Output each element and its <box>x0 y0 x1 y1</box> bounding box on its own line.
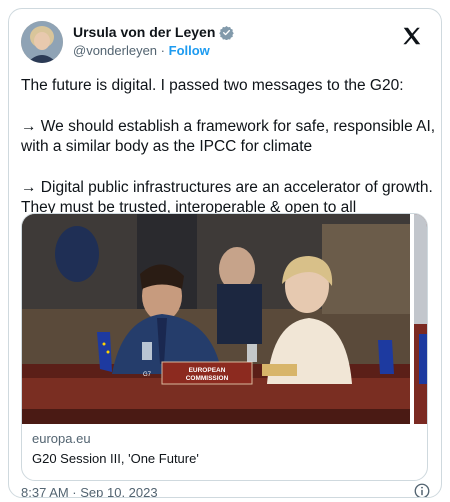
card-image-secondary[interactable] <box>414 214 427 424</box>
verified-badge-icon <box>219 25 235 40</box>
author-display-name[interactable]: Ursula von der Leyen <box>73 24 215 40</box>
avatar[interactable] <box>21 21 63 63</box>
card-image[interactable]: EUROPEAN COMMISSION G7 <box>22 214 410 424</box>
follow-button[interactable]: Follow <box>169 43 210 58</box>
card-title: G20 Session III, 'One Future' <box>32 451 199 466</box>
tweet-paragraph: → We should establish a framework for sa… <box>21 117 436 156</box>
author-handle[interactable]: @vonderleyen <box>73 43 157 58</box>
info-icon[interactable] <box>413 482 431 498</box>
placard-text: EUROPEAN <box>189 367 226 374</box>
tweet-timestamp[interactable]: 8:37 AM · Sep 10, 2023 <box>21 485 158 497</box>
tweet-header: Ursula von der Leyen @vonderleyen · Foll… <box>21 21 429 65</box>
table-tag: G7 <box>143 372 152 378</box>
tweet-paragraph: The future is digital. I passed two mess… <box>21 77 404 94</box>
separator-dot: · <box>160 43 165 58</box>
tweet-embed: Ursula von der Leyen @vonderleyen · Foll… <box>8 8 442 498</box>
card-domain: europa.eu <box>32 431 91 446</box>
link-preview-card[interactable]: EUROPEAN COMMISSION G7 europa.eu G20 Ses… <box>21 213 428 481</box>
x-logo-icon[interactable] <box>401 25 423 47</box>
placard-text: COMMISSION <box>186 375 229 382</box>
